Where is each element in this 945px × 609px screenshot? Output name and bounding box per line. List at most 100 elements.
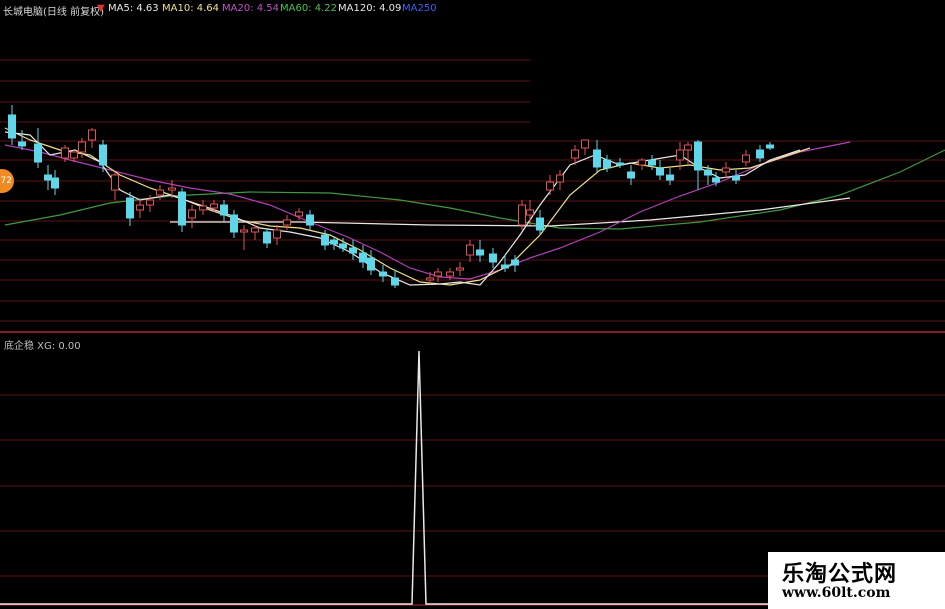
candle-body (476, 249, 484, 256)
candlestick (593, 140, 601, 172)
candle-body (70, 151, 78, 159)
candlestick (263, 228, 271, 248)
candlestick (44, 165, 52, 190)
candlesticks (8, 105, 774, 288)
candle-body (188, 209, 196, 219)
candle-body (306, 214, 314, 226)
candle-body (489, 253, 497, 263)
candlestick (694, 140, 702, 190)
candle-body (766, 144, 774, 149)
ma10-value: MA10: 4.64 (162, 3, 220, 14)
ma5-value: MA5: 4.63 (108, 3, 159, 14)
candle-body (666, 174, 674, 181)
candlestick (546, 175, 554, 195)
candle-body (638, 159, 646, 166)
candle-body (676, 149, 684, 161)
candle-body (168, 187, 176, 191)
candlestick (466, 240, 474, 262)
candlestick (367, 250, 375, 275)
candle-body (456, 267, 464, 271)
candlestick (51, 170, 59, 195)
ma-line (4, 149, 945, 230)
candle-body (501, 264, 509, 269)
candlestick (34, 128, 42, 168)
candle-body (434, 271, 442, 277)
candlestick (656, 160, 664, 180)
candle-body (603, 159, 611, 169)
stock-title: 长城电脑(日线 前复权) (3, 7, 104, 18)
candlestick (648, 155, 656, 170)
candle-body (367, 257, 375, 271)
candle-body (756, 149, 764, 159)
candle-body (295, 211, 303, 217)
candlestick (273, 225, 281, 245)
candle-body (593, 149, 601, 168)
ma20-value: MA20: 4.54 (222, 3, 280, 14)
candlestick (349, 240, 357, 260)
candlestick (742, 150, 750, 166)
candle-body (359, 252, 367, 263)
indicator-label: 底企稳 XG: 0.00 (4, 341, 81, 352)
candlestick (8, 105, 16, 145)
candle-body (656, 167, 664, 176)
candlestick (220, 200, 228, 222)
candle-body (51, 177, 59, 189)
candlestick (178, 188, 186, 232)
candle-body (61, 147, 69, 159)
candle-body (526, 209, 534, 216)
candlestick (188, 205, 196, 228)
candle-body (251, 227, 259, 233)
kline-chart[interactable] (0, 0, 945, 609)
watermark: 乐淘公式网 www.60lt.com (768, 552, 945, 609)
candlestick (359, 245, 367, 268)
candle-body (556, 174, 564, 183)
moving-average-lines (4, 127, 945, 286)
candlestick (88, 128, 96, 148)
candle-body (156, 189, 164, 196)
candle-body (44, 174, 52, 181)
ma250-value: MA250 (402, 3, 437, 14)
candlestick (199, 200, 207, 215)
candle-body (146, 199, 154, 206)
candle-body (518, 204, 526, 226)
ma-line (4, 127, 811, 286)
candle-body (732, 175, 740, 181)
candlestick (627, 165, 635, 185)
watermark-url: www.60lt.com (782, 585, 891, 601)
candlestick (391, 270, 399, 288)
candle-body (263, 231, 271, 244)
candle-body (273, 229, 281, 239)
candle-body (18, 141, 26, 147)
candlestick (18, 130, 26, 150)
candle-body (627, 171, 635, 179)
candle-body (210, 203, 218, 209)
candle-body (704, 169, 712, 176)
candle-body (283, 219, 291, 226)
candlestick (766, 142, 774, 150)
candle-body (99, 144, 107, 166)
candlestick (476, 240, 484, 262)
candle-body (111, 174, 119, 191)
candlestick (518, 200, 526, 230)
candle-body (8, 114, 16, 139)
candle-body (546, 181, 554, 191)
candlestick (230, 210, 238, 238)
candle-body (339, 243, 347, 249)
candle-body (230, 214, 238, 233)
candle-body (88, 129, 96, 141)
candle-body (742, 154, 750, 163)
candle-body (712, 177, 720, 183)
candle-body (321, 234, 329, 246)
candlestick (456, 262, 464, 276)
candlestick (581, 139, 589, 155)
candlestick (722, 162, 730, 178)
candle-body (391, 277, 399, 286)
candlestick (556, 170, 564, 190)
candle-body (349, 247, 357, 254)
chart-grid (0, 59, 945, 577)
candle-body (78, 141, 86, 153)
candle-body (722, 167, 730, 173)
candle-body (446, 271, 454, 277)
candlestick (489, 248, 497, 268)
candle-body (240, 229, 248, 233)
